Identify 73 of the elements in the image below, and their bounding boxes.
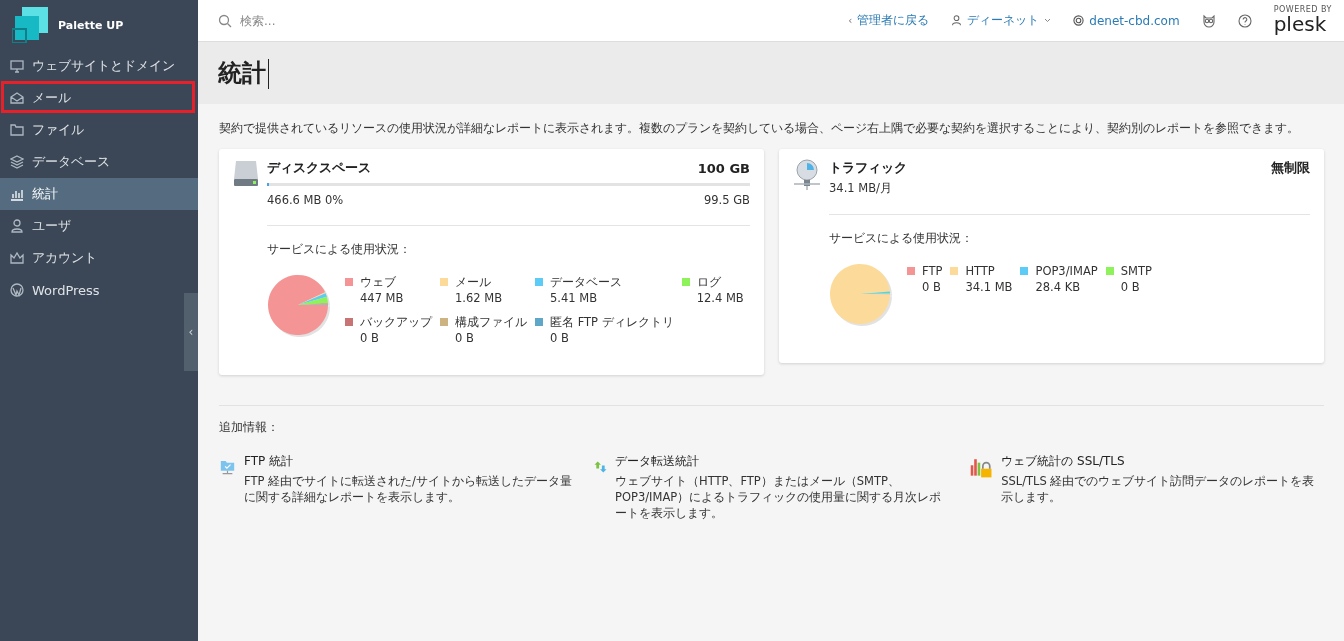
powered-by-label: POWERED BY — [1273, 5, 1332, 14]
domain-link[interactable]: denet-cbd.com — [1073, 13, 1180, 28]
nav-item[interactable]: データベース — [0, 146, 198, 178]
usage-label: サービスによる使用状況： — [829, 230, 974, 248]
logo-icon — [12, 7, 48, 43]
chevron-down-icon — [1044, 18, 1052, 23]
envelope-icon — [10, 91, 24, 105]
page-title: 統計 — [218, 57, 269, 89]
legend-value: 34.1 MB — [965, 279, 1013, 296]
clock-stand-icon — [793, 159, 821, 192]
nav-item[interactable]: ファイル — [0, 114, 198, 146]
legend-label: HTTP — [965, 263, 996, 280]
crown-icon — [10, 251, 24, 265]
usage-label: サービスによる使用状況： — [267, 241, 412, 259]
report-link[interactable]: FTP 統計 — [244, 453, 574, 471]
user-icon — [951, 15, 963, 26]
bar-chart-icon — [10, 187, 24, 201]
monitor-icon — [10, 59, 24, 73]
pie-chart-drawing — [829, 263, 891, 326]
help-icon[interactable] — [1237, 13, 1252, 28]
hard-drive-icon — [233, 159, 259, 188]
plesk-logo: plesk — [1273, 14, 1327, 36]
disk-total: 100 GB — [697, 160, 750, 176]
page-description: 契約で提供されているリソースの使用状況が詳細なレポートに表示されます。複数のプランを契約している場合、ページ右上隅で必要な契約を選択することにより、契約別のレポートを参照できます。 — [219, 120, 1300, 137]
card-title: ディスクスペース — [267, 159, 371, 178]
legend-label: POP3/IMAP — [1035, 263, 1098, 280]
legend-label: バックアップ — [360, 314, 432, 331]
legend-value: 0 B — [360, 330, 380, 347]
traffic-used: 34.1 MB/月 — [829, 181, 892, 196]
disk-free: 99.5 GB — [703, 193, 750, 208]
report-description: FTP 経由でサイトに転送された/サイトから転送したデータ量に関する詳細なレポートを表示します。 — [244, 473, 573, 506]
nav-item[interactable]: ユーザ — [0, 210, 198, 242]
pie-chart-drawing — [267, 274, 329, 337]
legend-value: 0 B — [1120, 279, 1141, 296]
legend-label: FTP — [922, 263, 943, 280]
legend-label: メール — [455, 274, 492, 291]
nav-item[interactable]: 統計 — [0, 178, 198, 210]
legend-label: データベース — [550, 274, 623, 291]
legend-value: 12.4 MB — [696, 290, 744, 307]
search-icon — [218, 13, 232, 28]
traffic-limit: 無制限 — [1271, 159, 1310, 178]
legend-label: 匿名 FTP ディレクトリ — [550, 314, 674, 331]
collapse-button[interactable]: ‹ — [184, 293, 198, 371]
legend-label: ウェブ — [360, 274, 397, 291]
legend-value: 0 B — [550, 330, 570, 347]
report-link[interactable]: データ転送統計 — [615, 453, 949, 471]
nav-item[interactable]: アカウント — [0, 242, 198, 274]
legend-value: 1.62 MB — [455, 290, 504, 307]
wordpress-icon — [10, 283, 24, 297]
globe-icon — [1073, 15, 1085, 26]
owl-icon[interactable] — [1201, 13, 1216, 28]
nav-item[interactable]: ウェブサイトとドメイン — [0, 50, 198, 82]
user-menu[interactable]: ディーネット — [951, 12, 1052, 29]
nav-item[interactable]: メール — [0, 82, 198, 114]
report-description: ウェブサイト（HTTP、FTP）またはメール（SMTP、POP3/IMAP）によるトラフィックの使用量に関する月次レポートを表示します。 — [615, 473, 943, 522]
folder-icon — [10, 123, 24, 137]
report-link[interactable]: ウェブ統計の SSL/TLS — [1001, 453, 1324, 471]
legend-label: ログ — [696, 274, 722, 291]
section-heading: 追加情報： — [219, 420, 280, 436]
disk-used: 466.6 MB 0% — [267, 193, 344, 208]
legend-value: 447 MB — [360, 290, 405, 307]
report-description: SSL/TLS 経由でのウェブサイト訪問データのレポートを表示します。 — [1001, 473, 1316, 506]
legend-value: 0 B — [922, 279, 942, 296]
user-icon — [10, 219, 24, 233]
card-title: トラフィック — [829, 159, 907, 178]
legend-value: 5.41 MB — [550, 290, 599, 307]
legend-value: 28.4 KB — [1035, 279, 1082, 296]
legend-value: 0 B — [455, 330, 475, 347]
legend-label: SMTP — [1120, 263, 1152, 280]
legend-label: 構成ファイル — [455, 314, 527, 331]
layers-icon — [10, 155, 24, 169]
brand-name: Palette UP — [58, 18, 124, 32]
back-link[interactable]: ‹ 管理者に戻る — [848, 12, 930, 29]
